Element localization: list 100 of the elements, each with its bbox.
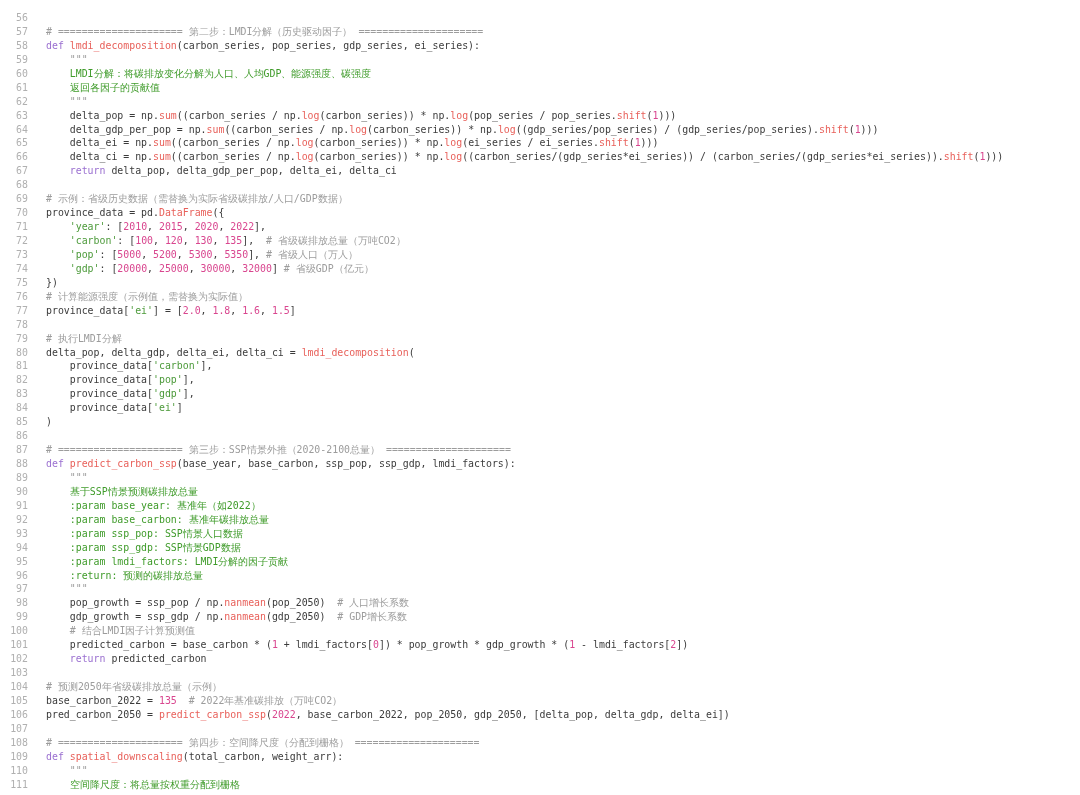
line-number: 87 <box>15 443 28 457</box>
line-number: 96 <box>15 568 28 583</box>
code-line: delta_pop = np.sum((carbon_series / np.log(carbon_series)) * np.log(pop_series / pop_series.shift(1))) <box>68 108 677 123</box>
code-line: province_data['ei'] <box>68 401 183 416</box>
code-line: # 结合LMDI因子计算预测值 <box>68 624 196 639</box>
code-line: """ <box>68 52 88 67</box>
line-number: 72 <box>15 234 28 248</box>
line-number: 65 <box>15 136 28 151</box>
code-line: 基于SSP情景预测碳排放总量 <box>68 484 198 499</box>
code-line: return delta_pop, delta_gdp_per_pop, delta_ei, delta_ci <box>68 164 397 179</box>
code-line: :param base_carbon: 基准年碳排放总量 <box>68 512 269 527</box>
line-number: 75 <box>15 275 28 290</box>
line-number: 86 <box>15 429 28 444</box>
line-number: 101 <box>9 638 28 653</box>
line-number: 60 <box>15 66 28 81</box>
code-line: pred_carbon_2050 = predict_carbon_ssp(2022, base_carbon_2022, pop_2050, gdp_2050, [delta_pop, delta_gdp, delta_ei]) <box>46 707 730 722</box>
code-line: :param lmdi_factors: LMDI分解的因子贡献 <box>68 554 289 569</box>
line-number: 93 <box>15 526 28 541</box>
line-number: 74 <box>15 261 28 276</box>
line-number: 83 <box>15 387 28 402</box>
code-line: :param ssp_pop: SSP情景人口数据 <box>68 526 243 541</box>
line-number: 63 <box>15 108 28 123</box>
code-line: 'year': [2010, 2015, 2020, 2022], <box>68 220 266 234</box>
line-number: 102 <box>9 652 28 667</box>
code-line: 'gdp': [20000, 25000, 30000, 32000] # 省级GDP（亿元） <box>68 261 374 276</box>
code-line: }) <box>46 275 58 290</box>
line-number: 69 <box>15 192 28 207</box>
code-line: province_data['carbon'], <box>68 359 213 374</box>
line-number: 111 <box>9 777 28 792</box>
line-number: 56 <box>15 11 28 25</box>
line-number: 89 <box>15 470 28 485</box>
line-number: 82 <box>15 373 28 388</box>
code-line: # ===================== 第三步：SSP情景外推（2020-2100总量） ===================== <box>46 443 511 457</box>
line-number: 97 <box>15 582 28 597</box>
line-number: 98 <box>15 596 28 611</box>
code-line: province_data['gdp'], <box>68 387 195 402</box>
code-line: predicted_carbon = base_carbon * (1 + lmdi_factors[0]) * pop_growth * gdp_growth * (1 - lmdi_factors[2]) <box>68 638 689 653</box>
code-line: 返回各因子的贡献值 <box>68 80 160 95</box>
code-line: delta_gdp_per_pop = np.sum((carbon_series / np.log(carbon_series)) * np.log((gdp_series/pop_series) / (gdp_series/pop_series).shift(1))) <box>68 122 879 137</box>
line-number: 64 <box>15 122 28 137</box>
code-line: 'pop': [5000, 5200, 5300, 5350], # 省级人口（万人） <box>68 247 358 262</box>
line-number: 91 <box>15 498 28 513</box>
code-line: :param base_year: 基准年（如2022） <box>68 498 261 513</box>
code-line: """ <box>68 470 88 485</box>
line-number: 99 <box>15 610 28 625</box>
code-line: LMDI分解：将碳排放变化分解为人口、人均GDP、能源强度、碳强度 <box>68 66 372 81</box>
line-number: 70 <box>15 206 28 221</box>
line-number: 103 <box>9 666 28 680</box>
line-number: 73 <box>15 247 28 262</box>
line-number: 78 <box>15 317 28 332</box>
line-number: 59 <box>15 52 28 67</box>
line-number: 88 <box>15 457 28 471</box>
code-line: def predict_carbon_ssp(base_year, base_carbon, ssp_pop, ssp_gdp, lmdi_factors): <box>46 457 516 471</box>
line-number: 100 <box>9 624 28 639</box>
code-line: def lmdi_decomposition(carbon_series, pop_series, gdp_series, ei_series): <box>46 38 480 53</box>
line-number: 106 <box>9 707 28 722</box>
line-number: 57 <box>15 24 28 39</box>
line-number: 68 <box>15 178 28 193</box>
code-line: # ===================== 第四步：空间降尺度（分配到栅格） ===================== <box>46 735 480 750</box>
code-line: delta_pop, delta_gdp, delta_ei, delta_ci = lmdi_decomposition( <box>46 345 415 360</box>
line-number: 79 <box>15 331 28 346</box>
line-number: 107 <box>9 721 28 736</box>
code-line: ) <box>46 415 52 430</box>
line-number: 77 <box>15 303 28 318</box>
code-line: province_data = pd.DataFrame({ <box>46 206 225 221</box>
line-number: 67 <box>15 164 28 179</box>
code-line: :return: 预测的碳排放总量 <box>68 568 204 583</box>
line-number: 108 <box>9 735 28 750</box>
line-number: 95 <box>15 554 28 569</box>
line-number: 94 <box>15 540 28 555</box>
line-number: 71 <box>15 220 28 234</box>
line-number: 76 <box>15 289 28 304</box>
code-line: delta_ci = np.sum((carbon_series / np.log(carbon_series)) * np.log((carbon_series/(gdp_series*ei_series)) / (carbon_series/(gdp_series*ei_series)).shift(1))) <box>68 150 1004 165</box>
code-line: return predicted_carbon <box>68 652 207 667</box>
line-number: 110 <box>9 763 28 778</box>
line-number: 90 <box>15 484 28 499</box>
line-number: 105 <box>9 693 28 708</box>
code-line: # 示例：省级历史数据（需替换为实际省级碳排放/人口/GDP数据） <box>46 192 348 207</box>
code-line: base_carbon_2022 = 135 # 2022年基准碳排放（万吨CO2） <box>46 693 343 708</box>
line-number: 58 <box>15 38 28 53</box>
code-line: :param ssp_gdp: SSP情景GDP数据 <box>68 540 241 555</box>
line-number: 80 <box>15 345 28 360</box>
code-line: delta_ei = np.sum((carbon_series / np.log(carbon_series)) * np.log(ei_series / ei_series.shift(1))) <box>68 136 659 151</box>
code-line: """ <box>68 582 88 597</box>
line-number: 109 <box>9 749 28 764</box>
line-number: 85 <box>15 415 28 430</box>
line-number: 104 <box>9 680 28 694</box>
code-line: province_data['ei'] = [2.0, 1.8, 1.6, 1.5] <box>46 303 296 318</box>
code-line: province_data['pop'], <box>68 373 195 388</box>
line-number: 81 <box>15 359 28 374</box>
code-line: 'carbon': [100, 120, 130, 135], # 省级碳排放总量（万吨CO2） <box>68 234 406 248</box>
code-line: def spatial_downscaling(total_carbon, weight_arr): <box>46 749 344 764</box>
code-line: 空间降尺度：将总量按权重分配到栅格 <box>68 777 240 792</box>
code-line: """ <box>68 763 88 778</box>
code-line: # 预测2050年省级碳排放总量（示例） <box>46 680 222 694</box>
line-number: 84 <box>15 401 28 416</box>
code-line: """ <box>68 94 88 109</box>
line-number: 92 <box>15 512 28 527</box>
code-line: pop_growth = ssp_pop / np.nanmean(pop_2050) # 人口增长系数 <box>68 596 410 611</box>
line-number: 61 <box>15 80 28 95</box>
